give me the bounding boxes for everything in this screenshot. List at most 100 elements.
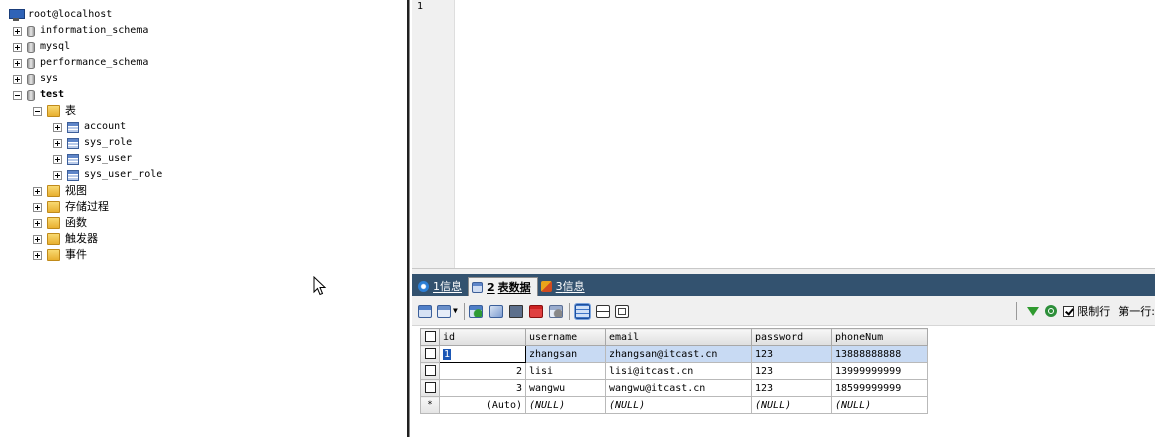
tree-db-performance-schema[interactable]: performance_schema — [13, 55, 148, 71]
tree-folder-triggers[interactable]: 触发器 — [33, 231, 98, 247]
export-icon[interactable] — [437, 305, 451, 318]
tree-db-sys[interactable]: sys — [13, 71, 58, 87]
new-row[interactable]: * (Auto) (NULL) (NULL) (NULL) (NULL) — [420, 396, 928, 414]
row-select-cell[interactable] — [420, 345, 440, 363]
delete-icon[interactable] — [529, 305, 543, 318]
grid-cell-phonenum[interactable]: (NULL) — [831, 396, 928, 414]
tree-db-mysql[interactable]: mysql — [13, 39, 70, 55]
database-icon — [27, 89, 35, 101]
cancel-changes-icon[interactable] — [549, 305, 563, 318]
table-icon — [67, 169, 79, 181]
tree-table-sys-user-role[interactable]: sys_user_role — [53, 167, 162, 183]
column-header-phonenum[interactable]: phoneNum — [831, 328, 928, 346]
folder-icon — [47, 105, 60, 117]
column-header-password[interactable]: password — [751, 328, 832, 346]
row-checkbox[interactable] — [424, 365, 436, 376]
grid-cell-email[interactable]: zhangsan@itcast.cn — [605, 345, 752, 363]
tree-db-information-schema[interactable]: information_schema — [13, 23, 148, 39]
expand-plus-icon[interactable] — [13, 26, 22, 36]
tree-db-test[interactable]: test — [13, 87, 64, 103]
grid-cell-password[interactable]: 123 — [751, 379, 832, 397]
dropdown-arrow-icon[interactable]: ▼ — [453, 306, 458, 315]
object-browser-panel: root@localhost information_schema mysql … — [0, 0, 410, 437]
tree-folder-functions[interactable]: 函数 — [33, 215, 87, 231]
select-all-checkbox[interactable] — [424, 331, 436, 342]
row-checkbox[interactable] — [424, 348, 436, 359]
server-label: root@localhost — [28, 9, 113, 20]
grid-cell-username[interactable]: zhangsan — [525, 345, 606, 363]
column-header-id[interactable]: id — [439, 328, 526, 346]
tab-info[interactable]: 1 信息 — [415, 277, 468, 296]
db-label: mysql — [40, 41, 71, 52]
grid-cell-id[interactable]: (Auto) — [439, 396, 526, 414]
save-icon[interactable] — [509, 305, 523, 318]
grid-cell-email[interactable]: lisi@itcast.cn — [605, 362, 752, 380]
insert-row-icon[interactable] — [418, 305, 432, 318]
table-row[interactable]: 3 wangwu wangwu@itcast.cn 123 1859999999… — [420, 379, 928, 397]
collapse-minus-icon[interactable] — [33, 106, 42, 116]
row-select-cell[interactable] — [420, 362, 440, 380]
collapse-minus-icon[interactable] — [13, 90, 22, 100]
expand-plus-icon[interactable] — [33, 202, 42, 212]
row-select-cell[interactable] — [420, 379, 440, 397]
expand-plus-icon[interactable] — [53, 122, 62, 132]
grid-cell-phonenum[interactable]: 18599999999 — [831, 379, 928, 397]
expand-plus-icon[interactable] — [33, 234, 42, 244]
grid-cell-username[interactable]: (NULL) — [525, 396, 606, 414]
grid-header-row: id username email password phoneNum — [420, 328, 928, 346]
expand-plus-icon[interactable] — [33, 218, 42, 228]
expand-plus-icon[interactable] — [13, 74, 22, 84]
grid-cell-id[interactable]: 3 — [439, 379, 526, 397]
tree-folder-tables[interactable]: 表 — [33, 103, 76, 119]
grid-cell-password[interactable]: (NULL) — [751, 396, 832, 414]
grid-cell-email[interactable]: wangwu@itcast.cn — [605, 379, 752, 397]
table-row[interactable]: 1 zhangsan zhangsan@itcast.cn 123 138888… — [420, 345, 928, 363]
expand-plus-icon[interactable] — [53, 154, 62, 164]
tab-info-3[interactable]: 3 信息 — [538, 277, 591, 296]
column-header-email[interactable]: email — [605, 328, 752, 346]
tab-number: 1 — [433, 280, 440, 293]
folder-icon — [47, 185, 60, 197]
expand-plus-icon[interactable] — [53, 138, 62, 148]
tree-table-sys-user[interactable]: sys_user — [53, 151, 132, 167]
grid-view-icon[interactable] — [574, 303, 591, 320]
query-editor[interactable]: 1 — [412, 0, 1155, 268]
table-row[interactable]: 2 lisi lisi@itcast.cn 123 13999999999 — [420, 362, 928, 380]
grid-cell-password[interactable]: 123 — [751, 362, 832, 380]
message-icon — [540, 281, 552, 292]
select-all-cell[interactable] — [420, 328, 440, 346]
refresh-icon[interactable] — [1045, 305, 1058, 317]
filter-icon[interactable] — [1027, 306, 1040, 316]
grid-cell-password[interactable]: 123 — [751, 345, 832, 363]
grid-cell-phonenum[interactable]: 13888888888 — [831, 345, 928, 363]
table-data-icon — [472, 281, 483, 293]
tree-folder-procedures[interactable]: 存储过程 — [33, 199, 109, 215]
tree-server-node[interactable]: root@localhost — [9, 7, 112, 23]
tree-table-account[interactable]: account — [53, 119, 126, 135]
grid-cell-email[interactable]: (NULL) — [605, 396, 752, 414]
form-view-icon[interactable] — [596, 305, 610, 318]
grid-cell-username[interactable]: lisi — [525, 362, 606, 380]
row-checkbox[interactable] — [424, 382, 436, 393]
cell-value: 1 — [443, 348, 452, 360]
expand-plus-icon[interactable] — [13, 58, 22, 68]
grid-cell-username[interactable]: wangwu — [525, 379, 606, 397]
expand-plus-icon[interactable] — [33, 186, 42, 196]
limit-rows-label: 限制行 — [1077, 305, 1111, 318]
add-row-icon[interactable] — [469, 305, 483, 318]
text-view-icon[interactable] — [615, 305, 629, 318]
column-header-username[interactable]: username — [525, 328, 606, 346]
limit-rows-checkbox[interactable] — [1063, 305, 1075, 317]
grid-cell-id[interactable]: 2 — [439, 362, 526, 380]
tree-table-sys-role[interactable]: sys_role — [53, 135, 132, 151]
grid-cell-phonenum[interactable]: 13999999999 — [831, 362, 928, 380]
tree-folder-views[interactable]: 视图 — [33, 183, 87, 199]
table-icon — [67, 153, 79, 165]
tab-table-data[interactable]: 2 表数据 — [468, 277, 538, 296]
expand-plus-icon[interactable] — [53, 170, 62, 180]
grid-cell-id[interactable]: 1 — [439, 345, 526, 363]
expand-plus-icon[interactable] — [13, 42, 22, 52]
duplicate-row-icon[interactable] — [489, 305, 503, 318]
expand-plus-icon[interactable] — [33, 250, 42, 260]
tree-folder-events[interactable]: 事件 — [33, 247, 87, 263]
